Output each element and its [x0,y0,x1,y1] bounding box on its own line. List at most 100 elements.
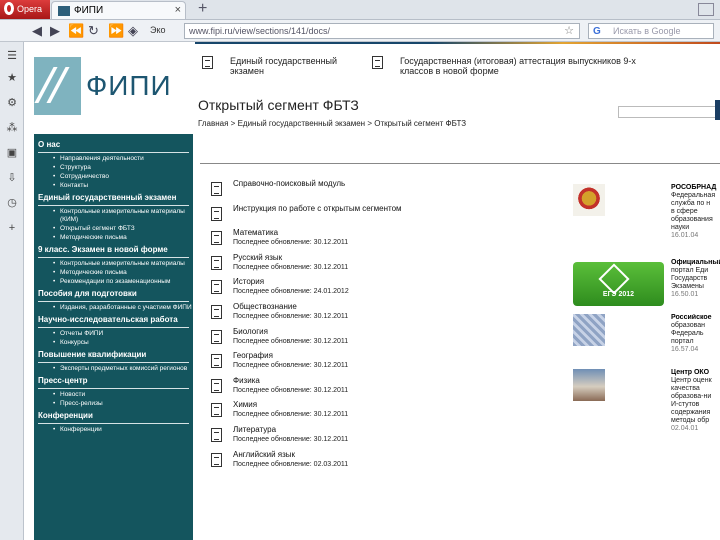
document-row[interactable]: Литература Последнее обновление: 30.12.20… [211,425,561,449]
sidebar-item[interactable]: Новости [34,391,193,399]
document-updated-date: Последнее обновление: 24.01.2012 [233,288,349,296]
sidebar-item[interactable]: Эксперты предметных комиссий регионов [34,365,193,373]
search-field[interactable]: G Искать в Google [588,23,714,39]
sidebar-section-title[interactable]: Повышение квалификации [34,348,193,362]
settings-gear-icon[interactable]: ⚙ [6,97,18,109]
close-tab-icon[interactable]: × [175,2,181,19]
document-row[interactable]: Английский язык Последнее обновление: 02.… [211,450,561,474]
document-title[interactable]: Справочно-поисковый модуль [233,179,561,189]
sidebar-section-title[interactable]: Единый государственный экзамен [34,191,193,205]
sidebar-item[interactable]: Структура [34,164,193,172]
sidebar-item[interactable]: Издания, разработанные с участием ФИПИ [34,304,193,312]
document-title[interactable]: Инструкция по работе с открытым сегменто… [233,204,561,214]
fast-forward-icon[interactable]: ⏩ [108,23,124,38]
tab-fipi[interactable]: ФИПИ × [51,1,186,19]
document-row[interactable]: Инструкция по работе с открытым сегменто… [211,204,561,228]
opera-menu-button[interactable]: Opera [0,0,50,19]
new-tab-button[interactable]: + [198,0,207,18]
document-row[interactable]: Справочно-поисковый модуль [211,179,561,203]
history-icon[interactable]: ◷ [6,197,18,209]
breadcrumb[interactable]: Главная > Единый государственный экзамен… [198,119,466,128]
document-title[interactable]: Химия [233,400,561,410]
notes-icon[interactable]: ▣ [6,147,18,159]
unite-icon[interactable]: ⁂ [6,122,18,134]
document-row[interactable]: Биология Последнее обновление: 30.12.2011 [211,327,561,351]
sidebar-section-title[interactable]: Пресс-центр [34,374,193,388]
rewind-icon[interactable]: ⏪ [68,23,84,38]
header-link-gia[interactable]: Государственная (итоговая) аттестация вы… [372,56,650,76]
sidebar-item[interactable]: Пресс-релизы [34,400,193,408]
bookmarks-icon[interactable]: ★ [6,72,18,84]
fipi-logo-icon[interactable] [34,57,81,115]
document-row[interactable]: Химия Последнее обновление: 30.12.2011 [211,400,561,424]
document-title[interactable]: Литература [233,425,561,435]
document-title[interactable]: Биология [233,327,561,337]
sidebar-section-title[interactable]: О нас [34,138,193,152]
right-block-2[interactable]: Официальный портал Еди Государств Экзамены 1… [671,259,720,299]
partner-title[interactable]: Официальный [671,259,720,266]
sidebar-item[interactable]: Направления деятельности [34,155,193,163]
downloads-icon[interactable]: ⇩ [6,172,18,184]
site-search-input[interactable] [618,106,720,118]
back-icon[interactable]: ◀ [32,23,42,38]
document-row[interactable]: Русский язык Последнее обновление: 30.12.… [211,253,561,277]
sidebar-section-title[interactable]: 9 класс. Экзамен в новой форме [34,243,193,257]
document-title[interactable]: Английский язык [233,450,561,460]
document-row[interactable]: История Последнее обновление: 24.01.2012 [211,277,561,301]
eco-label[interactable]: Эко [150,25,166,35]
document-icon [211,304,222,319]
forward-icon[interactable]: ▶ [50,23,60,38]
add-panel-icon[interactable]: + [6,222,18,234]
sidebar-item[interactable]: Методические письма [34,234,193,242]
turbo-icon[interactable]: ◈ [128,23,138,38]
coat-of-arms-icon[interactable] [573,184,605,216]
partner-description: образова-ни [671,393,712,400]
right-block-3[interactable]: Российское образован Федераль портал 16.57.0… [671,314,720,354]
partner-title[interactable]: Российское [671,314,712,321]
document-title[interactable]: Математика [233,228,561,238]
sidebar-item[interactable]: Контакты [34,182,193,190]
tab-bar: Opera ФИПИ × + [0,0,720,20]
sidebar-item[interactable]: Конференции [34,426,193,434]
document-title[interactable]: Физика [233,376,561,386]
sidebar-item[interactable]: Конкурсы [34,339,193,347]
document-icon [211,206,222,221]
sidebar-item[interactable]: Открытый сегмент ФБТЗ [34,225,193,233]
sidebar-item[interactable]: Отчеты ФИПИ [34,330,193,338]
partner-title[interactable]: Центр ОКО [671,369,709,376]
sidebar-item[interactable]: Контрольные измерительные материалы [34,260,193,268]
reload-icon[interactable]: ↻ [88,23,99,38]
oko-center-thumbnail[interactable] [573,369,605,401]
sidebar-item[interactable]: Методические письма [34,269,193,277]
bookmark-star-icon[interactable]: ☆ [564,24,574,38]
sidebar-section-title[interactable]: Пособия для подготовки [34,287,193,301]
logo-text[interactable]: ФИПИ [86,70,172,102]
sidebar-section-title[interactable]: Научно-исследовательская работа [34,313,193,327]
sidebar-section-title[interactable]: Конференции [34,409,193,423]
sidebar-item[interactable]: Контрольные измерительные материалы (КИМ… [34,208,193,224]
address-bar[interactable]: www.fipi.ru/view/sections/141/docs/ ☆ [184,23,580,39]
document-title[interactable]: География [233,351,561,361]
document-row[interactable]: Математика Последнее обновление: 30.12.20… [211,228,561,252]
right-block-1[interactable]: РОСОБРНАД Федеральная служба по нв сфере об… [671,184,720,240]
partner-description: образования [671,216,713,223]
header-link-gia-label: Государственная (итоговая) аттестация вы… [400,56,636,76]
sidebar-item[interactable]: Рекомендации по экзаменационным [34,278,193,286]
ege-2012-banner[interactable]: ЕГЭ 2012 [573,262,664,306]
window-list-button[interactable] [698,3,714,16]
header-link-ege[interactable]: Единый государственный экзамен [202,56,370,76]
document-title[interactable]: Обществознание [233,302,561,312]
speed-dial-icon[interactable]: ☰ [6,50,18,62]
document-title[interactable]: История [233,277,561,287]
sidebar-item[interactable]: Сотрудничество [34,173,193,181]
education-portal-thumbnail[interactable] [573,314,605,346]
document-row[interactable]: Обществознание Последнее обновление: 30.1… [211,302,561,326]
right-block-4[interactable]: Центр ОКО Центр оценк качества образова-ни И… [671,369,720,433]
document-row[interactable]: Физика Последнее обновление: 30.12.2011 [211,376,561,400]
page-title: Открытый сегмент ФБТЗ [198,97,359,113]
ege-logo-icon [598,263,630,295]
navigation-bar: ◀ ▶ ⏪ ↻ ⏩ ◈ Эко www.fipi.ru/view/section… [0,20,720,42]
document-row[interactable]: География Последнее обновление: 30.12.201… [211,351,561,375]
partner-title[interactable]: РОСОБРНАД [671,184,716,191]
document-title[interactable]: Русский язык [233,253,561,263]
